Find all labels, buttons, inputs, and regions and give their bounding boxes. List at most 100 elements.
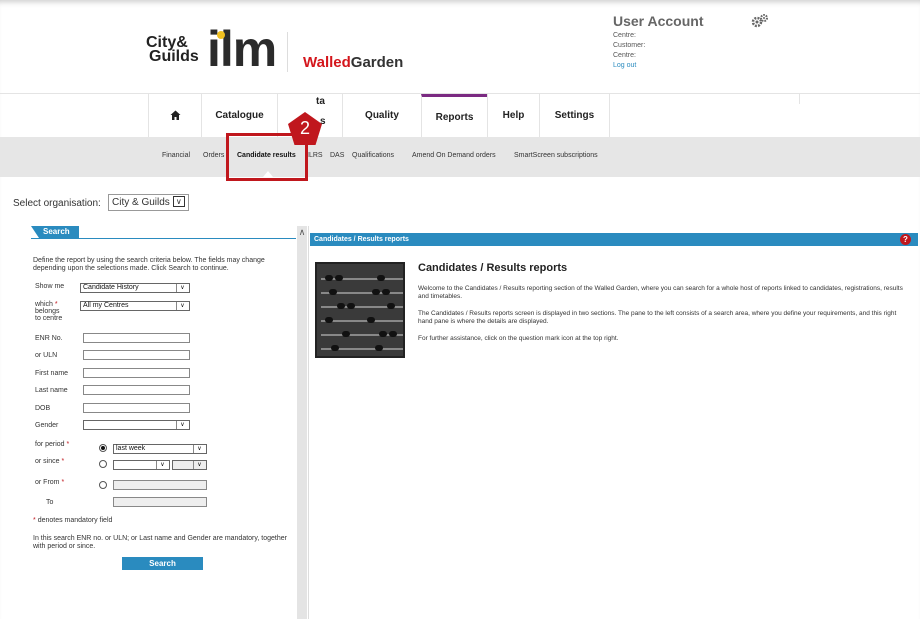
abacus-bead <box>337 303 345 309</box>
chevron-down-icon: ∨ <box>172 196 185 207</box>
which-centre-value: All my Centres <box>83 302 129 309</box>
abacus-bead <box>372 289 380 295</box>
since-day-select[interactable]: ∨ <box>113 460 170 470</box>
dob-label: DOB <box>35 405 51 412</box>
city-guilds-logo[interactable]: City& Guilds <box>146 35 199 65</box>
panel-divider <box>308 226 309 619</box>
abacus-bead <box>325 275 333 281</box>
nav-catalogue[interactable]: Catalogue <box>201 94 277 138</box>
abacus-bead <box>382 289 390 295</box>
home-icon[interactable] <box>148 94 201 138</box>
report-layout-paragraph: The Candidates / Results reports screen … <box>418 310 897 325</box>
period-value: last week <box>116 445 146 452</box>
last-name-label: Last name <box>35 387 68 394</box>
show-me-label: Show me <box>35 283 65 290</box>
subnav-smartscreen[interactable]: SmartScreen subscriptions <box>514 152 598 159</box>
search-button[interactable]: Search <box>122 557 203 570</box>
main-nav: Catalogue ta s Quality Reports Help Sett… <box>0 93 920 138</box>
abacus-bead <box>325 317 333 323</box>
search-description: Define the report by using the search cr… <box>33 257 265 272</box>
help-icon[interactable]: ? <box>900 234 911 245</box>
since-radio[interactable] <box>99 460 107 468</box>
sub-nav: Financial Orders Candidate results ILRS … <box>0 137 920 177</box>
enr-label: ENR No. <box>35 335 63 342</box>
search-tab-underline <box>31 238 296 239</box>
abacus-rod <box>321 320 403 322</box>
period-radio[interactable] <box>99 444 107 452</box>
logo-wg-garden: Garden <box>350 54 404 71</box>
subnav-orders[interactable]: Orders <box>203 152 224 159</box>
since-label: or since * <box>35 458 65 465</box>
subnav-financial[interactable]: Financial <box>162 152 190 159</box>
chevron-down-icon: ∨ <box>156 461 168 469</box>
abacus-bead <box>342 331 350 337</box>
scroll-up-icon[interactable]: ∧ <box>297 226 307 238</box>
chevron-down-icon: ∨ <box>176 284 188 292</box>
enr-input[interactable] <box>83 333 190 343</box>
org-select-label: Select organisation: <box>13 198 101 209</box>
since-month-select[interactable]: ∨ <box>172 460 207 470</box>
search-rule-note: In this search ENR no. or ULN; or Last n… <box>33 535 287 550</box>
panel-scrollbar[interactable] <box>297 226 307 619</box>
which-centre-select[interactable]: All my Centres ∨ <box>80 301 190 311</box>
period-label-text: for period <box>35 441 65 448</box>
mandatory-note: * denotes mandatory field <box>33 517 113 524</box>
callout-badge: 2 <box>287 111 323 147</box>
show-me-select[interactable]: Candidate History ∨ <box>80 283 190 293</box>
ilm-text: ilm <box>207 21 277 77</box>
nav-end-divider <box>799 94 800 104</box>
customer-label: Customer: <box>613 42 646 49</box>
logo-wg-walled: Walled <box>303 54 351 71</box>
which-label-2: belongs <box>35 308 60 315</box>
abacus-image <box>315 262 405 358</box>
nav-settings[interactable]: Settings <box>539 94 610 138</box>
centre-label: Centre: <box>613 32 636 39</box>
abacus-bead <box>367 317 375 323</box>
from-radio[interactable] <box>99 481 107 489</box>
walled-garden-logo[interactable]: WalledGarden <box>303 54 403 71</box>
show-me-value: Candidate History <box>83 284 139 291</box>
since-label-text: or since <box>35 458 60 465</box>
nav-reports[interactable]: Reports <box>421 94 487 138</box>
mandatory-note-text: denotes mandatory field <box>37 517 113 524</box>
report-panel-header: Candidates / Results reports <box>310 233 918 246</box>
report-title: Candidates / Results reports <box>418 262 568 274</box>
centre-label-2: Centre: <box>613 52 636 59</box>
logout-link[interactable]: Log out <box>613 62 704 69</box>
from-date-input[interactable] <box>113 480 207 490</box>
subnav-qualifications[interactable]: Qualifications <box>352 152 394 159</box>
chevron-down-icon: ∨ <box>193 461 205 469</box>
nav-help[interactable]: Help <box>487 94 539 138</box>
abacus-bead <box>377 275 385 281</box>
subnav-ilrs[interactable]: ILRS <box>307 152 323 159</box>
period-select[interactable]: last week ∨ <box>113 444 207 454</box>
ilm-logo[interactable]: ilm <box>207 20 277 78</box>
to-date-input[interactable] <box>113 497 207 507</box>
ilm-dot <box>217 31 225 39</box>
abacus-rod <box>321 278 403 280</box>
which-label: which * belongs to centre <box>35 301 63 322</box>
uln-input[interactable] <box>83 350 190 360</box>
uln-label: or ULN <box>35 352 58 359</box>
chevron-down-icon: ∨ <box>176 421 188 429</box>
abacus-bead <box>335 275 343 281</box>
nav-quality[interactable]: Quality <box>342 94 421 138</box>
gear-icon[interactable] <box>751 14 769 32</box>
from-label: or From * <box>35 479 65 486</box>
org-select[interactable]: City & Guilds ∨ <box>108 194 189 211</box>
subnav-das[interactable]: DAS <box>330 152 344 159</box>
which-label-3: to centre <box>35 315 63 322</box>
search-tab[interactable]: Search <box>31 226 79 238</box>
abacus-bead <box>347 303 355 309</box>
abacus-bead <box>387 303 395 309</box>
which-label-1: which <box>35 301 53 308</box>
chevron-down-icon: ∨ <box>193 445 205 453</box>
gender-select[interactable]: ∨ <box>83 420 190 430</box>
abacus-bead <box>331 345 339 351</box>
last-name-input[interactable] <box>83 385 190 395</box>
subnav-amend-on-demand[interactable]: Amend On Demand orders <box>412 152 496 159</box>
dob-input[interactable] <box>83 403 190 413</box>
logo-divider <box>287 32 288 72</box>
first-name-input[interactable] <box>83 368 190 378</box>
user-account-box: User Account Centre: Customer: Centre: L… <box>613 13 704 69</box>
